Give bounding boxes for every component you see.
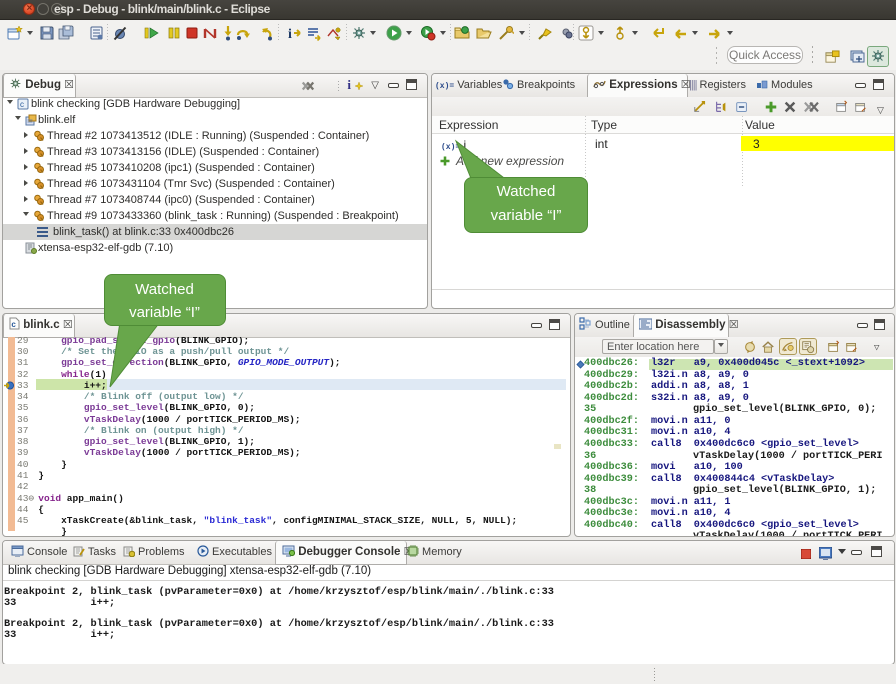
svg-text:c: c — [11, 320, 16, 329]
svg-text:i: i — [288, 27, 292, 41]
svg-text:c: c — [20, 100, 24, 109]
